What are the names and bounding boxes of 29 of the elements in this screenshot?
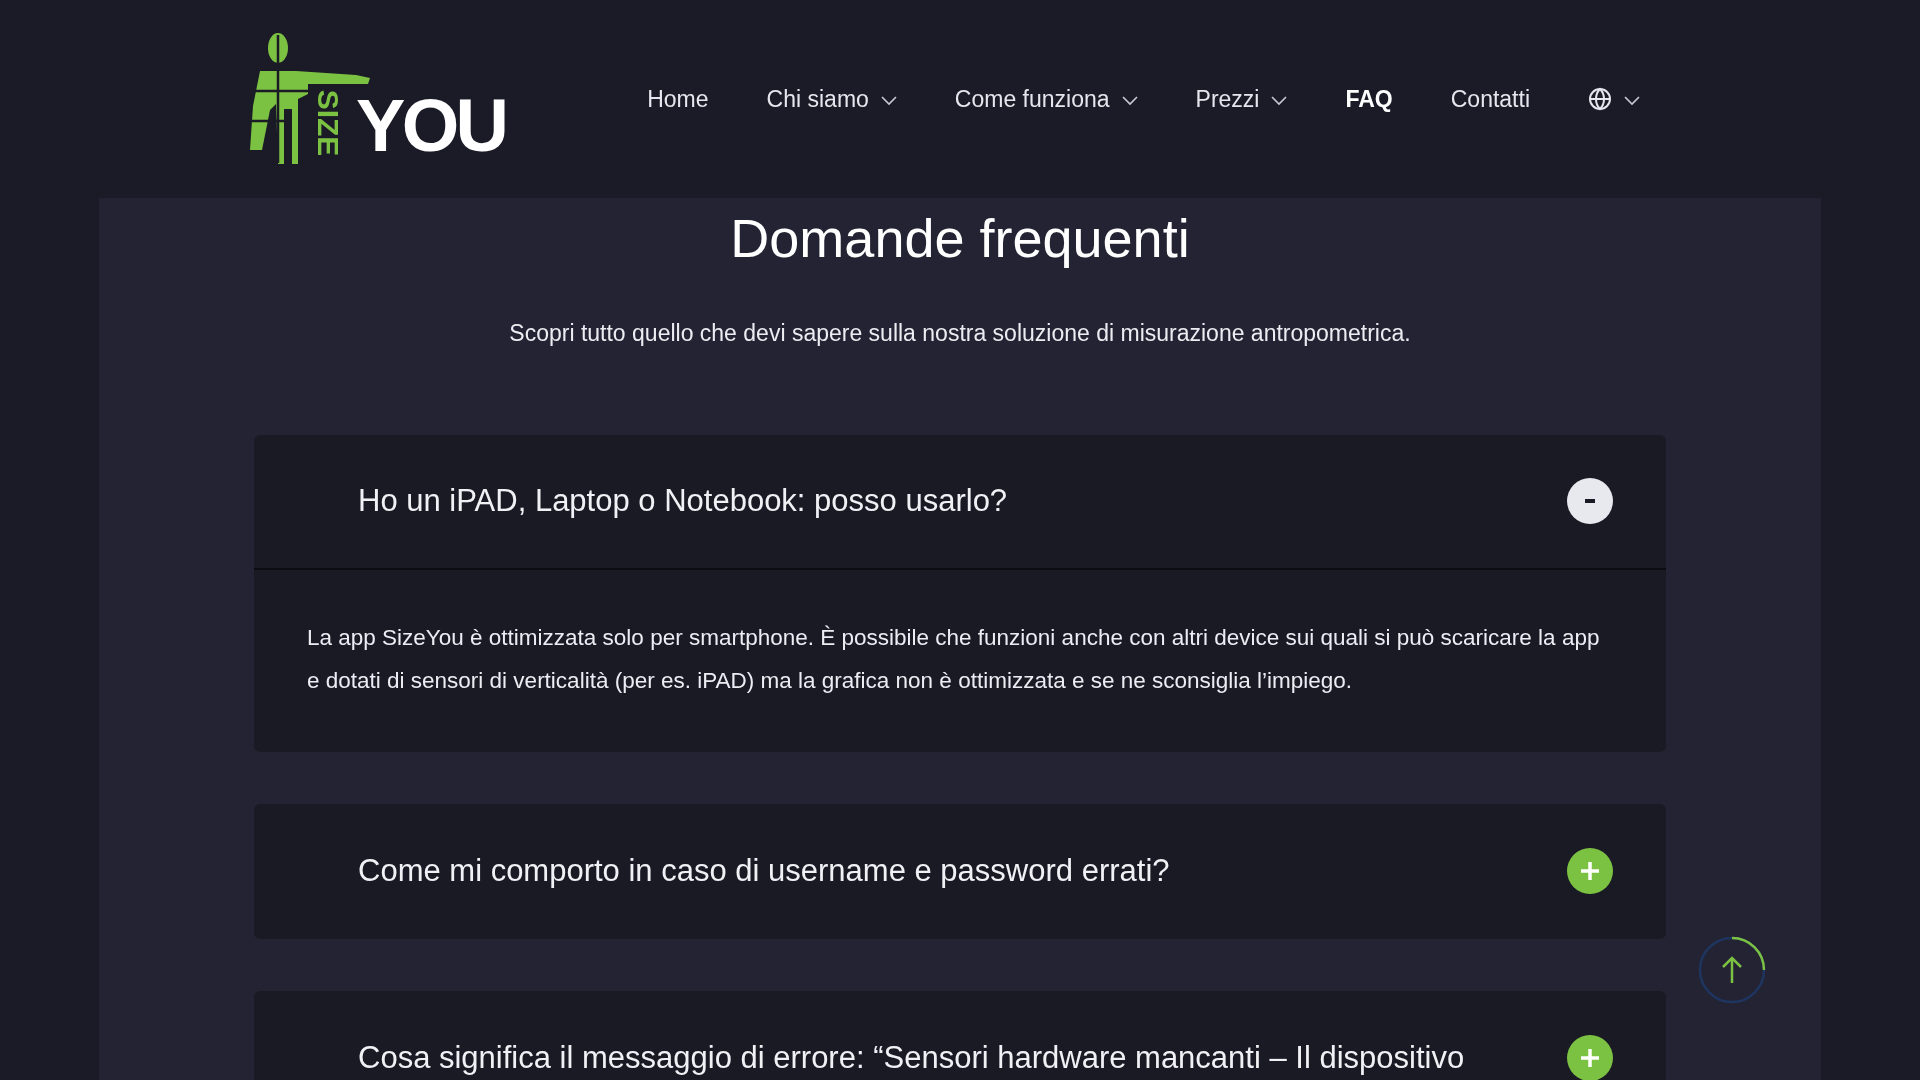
- logo-word: SIZE: [311, 89, 345, 157]
- expand-button[interactable]: [1567, 848, 1613, 894]
- faq-question: Cosa significa il messaggio di errore: “Sensori hardware mancanti – Il dispositivo: [358, 1038, 1465, 1077]
- nav-link[interactable]: Home: [647, 81, 709, 117]
- arrow-up-icon: [1721, 956, 1743, 985]
- language-button[interactable]: [1588, 87, 1640, 111]
- faq-answer: La app SizeYou è ottimizzata solo per smartphone. È possibile che funzioni anche con altri device sui quali si può scaricare la app e dotati di sensori di verticalità (per es. iPAD) ma la grafica non è ottimizzata e se ne sconsiglia l’impiego.: [306, 623, 1601, 695]
- faq-header[interactable]: Cosa significa il messaggio di errore: “Sensori hardware mancanti – Il dispositivo: [254, 990, 1666, 1080]
- collapse-button[interactable]: [1567, 478, 1613, 524]
- page-title: Domande frequenti: [730, 207, 1190, 270]
- nav-link[interactable]: Contatti: [1450, 81, 1530, 117]
- minus-icon: [1585, 499, 1595, 503]
- logo[interactable]: SIZE YOU: [244, 31, 506, 167]
- logo-word: YOU: [356, 89, 506, 163]
- faq-question: Ho un iPAD, Laptop o Notebook: posso usarlo?: [358, 481, 1008, 520]
- faq-question: Come mi comporto in caso di username e password errati?: [358, 851, 1170, 890]
- page-subtitle: Scopri tutto quello che devi sapere sulla nostra soluzione di misurazione antropometrica.: [509, 319, 1411, 348]
- plus-icon: [1581, 862, 1599, 880]
- nav-link[interactable]: Come funziona: [954, 81, 1138, 117]
- globe-icon: [1588, 87, 1612, 111]
- nav-link[interactable]: Prezzi: [1195, 81, 1288, 117]
- scroll-top-button[interactable]: [1697, 935, 1767, 1005]
- nav-link[interactable]: FAQ: [1345, 81, 1393, 117]
- faq-header[interactable]: Come mi comporto in caso di username e password errati?: [254, 803, 1666, 939]
- faq-header[interactable]: Ho un iPAD, Laptop o Notebook: posso usarlo?: [254, 434, 1666, 570]
- plus-icon: [1581, 1049, 1599, 1067]
- nav-link[interactable]: Chi siamo: [766, 81, 897, 117]
- expand-button[interactable]: [1567, 1035, 1613, 1080]
- progress-arc: [1731, 936, 1766, 971]
